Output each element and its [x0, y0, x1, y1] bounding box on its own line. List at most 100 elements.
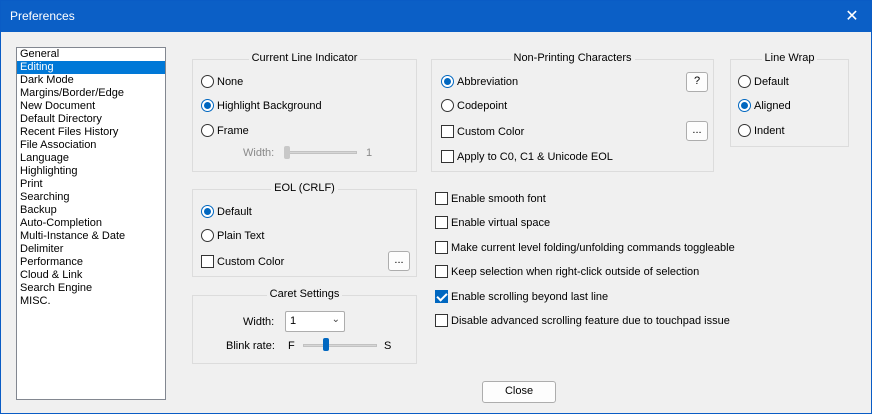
category-item[interactable]: Auto-Completion: [17, 217, 165, 230]
checkbox-box[interactable]: [435, 265, 448, 278]
checkbox-label: Disable advanced scrolling feature due t…: [451, 314, 730, 327]
checkbox-box[interactable]: [435, 216, 448, 229]
option-checkbox[interactable]: Enable scrolling beyond last line: [435, 290, 608, 303]
caret-width-select[interactable]: 1 ⌄: [285, 311, 345, 332]
blink-rate-slider-thumb[interactable]: [323, 338, 330, 351]
blink-rate-slider[interactable]: [303, 344, 377, 347]
checkbox-box[interactable]: [435, 314, 448, 327]
current-line-title: Current Line Indicator: [248, 52, 361, 64]
current-line-frame-radio[interactable]: Frame: [201, 124, 249, 137]
caret-width-value: 1: [290, 315, 297, 327]
category-list[interactable]: General Editing Dark Mode Margins/Border/Ed…: [16, 47, 166, 400]
eol-title: EOL (CRLF): [271, 182, 338, 194]
caret-width-label: Width:: [243, 316, 275, 328]
blink-fast-label: F: [288, 340, 295, 352]
category-item[interactable]: General: [17, 48, 165, 61]
eol-more-button[interactable]: ...: [388, 251, 410, 271]
radio-label: Aligned: [754, 99, 791, 112]
apply-unicode-eol-checkbox[interactable]: Apply to C0, C1 & Unicode EOL: [441, 150, 613, 163]
frame-width-slider-thumb[interactable]: [284, 146, 290, 159]
current-line-highlight-radio[interactable]: Highlight Background: [201, 99, 322, 112]
option-checkbox[interactable]: Disable advanced scrolling feature due t…: [435, 314, 730, 327]
radio-indicator[interactable]: [201, 124, 214, 137]
radio-indicator[interactable]: [738, 99, 751, 112]
checkbox-box[interactable]: [435, 241, 448, 254]
radio-indicator[interactable]: [201, 99, 214, 112]
caret-title: Caret Settings: [266, 288, 343, 300]
category-item[interactable]: Searching: [17, 191, 165, 204]
category-item[interactable]: File Association: [17, 139, 165, 152]
window-title: Preferences: [10, 9, 75, 23]
category-item[interactable]: Backup: [17, 204, 165, 217]
category-item[interactable]: Print: [17, 178, 165, 191]
radio-label: Default: [754, 75, 789, 88]
category-item[interactable]: Highlighting: [17, 165, 165, 178]
radio-indicator[interactable]: [201, 205, 214, 218]
codepoint-radio[interactable]: Codepoint: [441, 99, 507, 112]
line-wrap-title: Line Wrap: [761, 52, 818, 64]
option-checkbox[interactable]: Make current level folding/unfolding com…: [435, 241, 735, 254]
checkbox-label: Make current level folding/unfolding com…: [451, 241, 735, 254]
chevron-down-icon: ⌄: [331, 314, 340, 325]
radio-label: Abbreviation: [457, 75, 519, 88]
radio-label: Indent: [754, 124, 785, 137]
radio-indicator[interactable]: [441, 75, 454, 88]
checkbox-box[interactable]: [201, 255, 214, 268]
radio-label: Default: [217, 205, 252, 218]
category-item[interactable]: Margins/Border/Edge: [17, 87, 165, 100]
radio-label: Frame: [217, 124, 249, 137]
title-bar: Preferences ✕: [1, 1, 871, 32]
category-item[interactable]: Delimiter: [17, 243, 165, 256]
checkbox-box[interactable]: [441, 125, 454, 138]
checkbox-label: Custom Color: [217, 255, 285, 268]
eol-plain-radio[interactable]: Plain Text: [201, 229, 265, 242]
option-checkbox[interactable]: Keep selection when right-click outside …: [435, 265, 699, 278]
non-printing-custom-color-checkbox[interactable]: Custom Color: [441, 125, 524, 138]
radio-label: Plain Text: [217, 229, 265, 242]
help-button[interactable]: ?: [686, 72, 708, 92]
eol-custom-color-checkbox[interactable]: Custom Color: [201, 255, 284, 268]
checkbox-box[interactable]: [441, 150, 454, 163]
checkbox-box[interactable]: [435, 290, 448, 303]
category-item[interactable]: Recent Files History: [17, 126, 165, 139]
category-item[interactable]: Editing: [17, 61, 165, 74]
radio-label: None: [217, 75, 244, 88]
checkbox-label: Enable scrolling beyond last line: [451, 290, 609, 303]
preferences-window: Preferences ✕ General Editing Dark Mode Mar…: [0, 0, 872, 414]
abbreviation-radio[interactable]: Abbreviation: [441, 75, 518, 88]
line-wrap-default-radio[interactable]: Default: [738, 75, 789, 88]
current-line-none-radio[interactable]: None: [201, 75, 243, 88]
non-printing-more-button[interactable]: ...: [686, 121, 708, 141]
category-item[interactable]: Dark Mode: [17, 74, 165, 87]
category-item[interactable]: Performance: [17, 256, 165, 269]
checkbox-label: Apply to C0, C1 & Unicode EOL: [457, 150, 613, 163]
checkbox-box[interactable]: [435, 192, 448, 205]
eol-default-radio[interactable]: Default: [201, 205, 252, 218]
radio-label: Highlight Background: [217, 99, 322, 112]
radio-indicator[interactable]: [738, 124, 751, 137]
category-item[interactable]: New Document: [17, 100, 165, 113]
option-checkbox[interactable]: Enable smooth font: [435, 192, 546, 205]
option-checkbox[interactable]: Enable virtual space: [435, 216, 550, 229]
close-button[interactable]: Close: [482, 381, 556, 403]
radio-indicator[interactable]: [738, 75, 751, 88]
radio-indicator[interactable]: [441, 99, 454, 112]
checkbox-label: Custom Color: [457, 125, 525, 138]
radio-indicator[interactable]: [201, 229, 214, 242]
line-wrap-aligned-radio[interactable]: Aligned: [738, 99, 791, 112]
line-wrap-indent-radio[interactable]: Indent: [738, 124, 785, 137]
category-item[interactable]: Cloud & Link: [17, 269, 165, 282]
category-item[interactable]: Language: [17, 152, 165, 165]
checkbox-label: Enable virtual space: [451, 216, 551, 229]
category-item[interactable]: Multi-Instance & Date: [17, 230, 165, 243]
frame-width-slider[interactable]: [284, 151, 357, 154]
frame-width-label: Width:: [243, 147, 275, 159]
category-item[interactable]: Default Directory: [17, 113, 165, 126]
blink-rate-label: Blink rate:: [226, 340, 275, 352]
radio-indicator[interactable]: [201, 75, 214, 88]
radio-label: Codepoint: [457, 99, 508, 112]
category-item[interactable]: MISC.: [17, 295, 165, 308]
close-icon[interactable]: ✕: [833, 1, 871, 32]
category-item[interactable]: Search Engine: [17, 282, 165, 295]
non-printing-title: Non-Printing Characters: [510, 52, 635, 64]
